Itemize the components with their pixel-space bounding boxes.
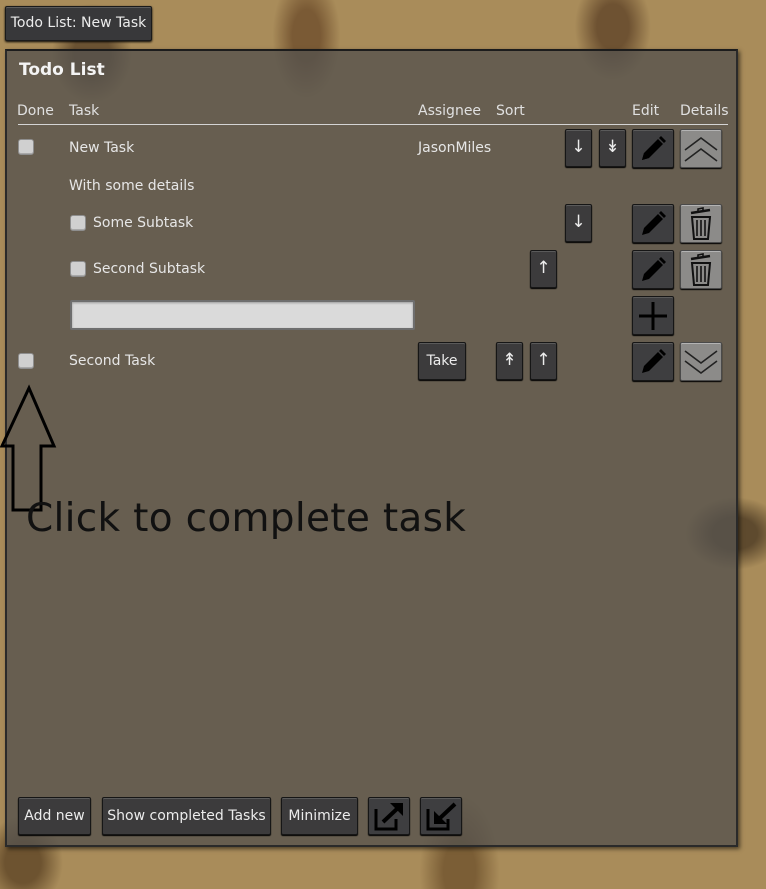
subtask-1-delete-button[interactable] [680,204,722,243]
task-2-name: Second Task [69,353,156,369]
subtask-1-move-down-button[interactable]: ↓ [565,204,592,242]
header-divider [18,124,728,125]
annotation-up-arrow-icon [0,384,57,512]
annotation-text: Click to complete task [26,496,467,541]
chevron-up-icon [684,136,718,162]
subtask-1-name: Some Subtask [93,215,194,231]
task-2-edit-button[interactable] [632,342,674,381]
arrow-up-icon: ↑ [536,350,551,370]
task-1-move-bottom-button[interactable]: ↡ [599,129,626,167]
task-1-description: With some details [69,178,195,194]
task-1-move-down-button[interactable]: ↓ [565,129,592,167]
header-task: Task [69,103,100,119]
subtask-1-edit-button[interactable] [632,204,674,243]
arrow-to-bottom-icon: ↡ [605,137,620,157]
header-edit: Edit [632,103,660,119]
new-subtask-input[interactable] [70,300,415,330]
subtask-2-move-up-button[interactable]: ↑ [530,250,557,288]
pencil-icon [642,135,666,160]
subtask-2-done-checkbox[interactable] [70,261,86,277]
subtask-2-name: Second Subtask [93,261,206,277]
task-1-edit-button[interactable] [632,129,674,168]
header-assignee: Assignee [418,103,482,119]
panel-title: Todo List [19,60,105,80]
arrow-up-icon: ↑ [536,258,551,278]
subtask-2-edit-button[interactable] [632,250,674,289]
show-completed-button[interactable]: Show completed Tasks [102,797,271,835]
trash-icon [690,252,712,286]
pencil-icon [642,210,666,235]
subtask-2-delete-button[interactable] [680,250,722,289]
task-1-collapse-details-button[interactable] [680,129,722,168]
chevron-down-icon [684,349,718,374]
import-button[interactable] [420,797,462,835]
header-done: Done [17,103,54,119]
todo-list-toggle-button[interactable]: Todo List: New Task [5,6,152,41]
pencil-icon [642,348,666,373]
import-icon [426,802,457,831]
task-1-name: New Task [69,140,135,156]
export-icon [374,803,403,831]
header-details: Details [680,103,729,119]
pencil-icon [642,256,666,281]
task-2-expand-details-button[interactable] [680,342,722,381]
trash-icon [690,206,712,240]
add-new-button[interactable]: Add new [18,797,91,835]
arrow-down-icon: ↓ [571,137,586,157]
arrow-down-icon: ↓ [571,212,586,232]
add-subtask-button[interactable] [632,296,674,335]
plus-icon [639,301,667,330]
task-2-move-top-button[interactable]: ↟ [496,342,523,380]
arrow-to-top-icon: ↟ [502,350,517,370]
task-2-move-up-button[interactable]: ↑ [530,342,557,380]
task-1-done-checkbox[interactable] [18,139,34,155]
minimize-button[interactable]: Minimize [281,797,358,835]
task-2-take-button[interactable]: Take [418,342,466,380]
export-button[interactable] [368,797,410,835]
header-sort: Sort [496,103,525,119]
todo-list-panel: Todo List Done Task Assignee Sort Edit D… [5,49,738,847]
subtask-1-done-checkbox[interactable] [70,215,86,231]
task-1-assignee: JasonMiles [418,140,492,156]
